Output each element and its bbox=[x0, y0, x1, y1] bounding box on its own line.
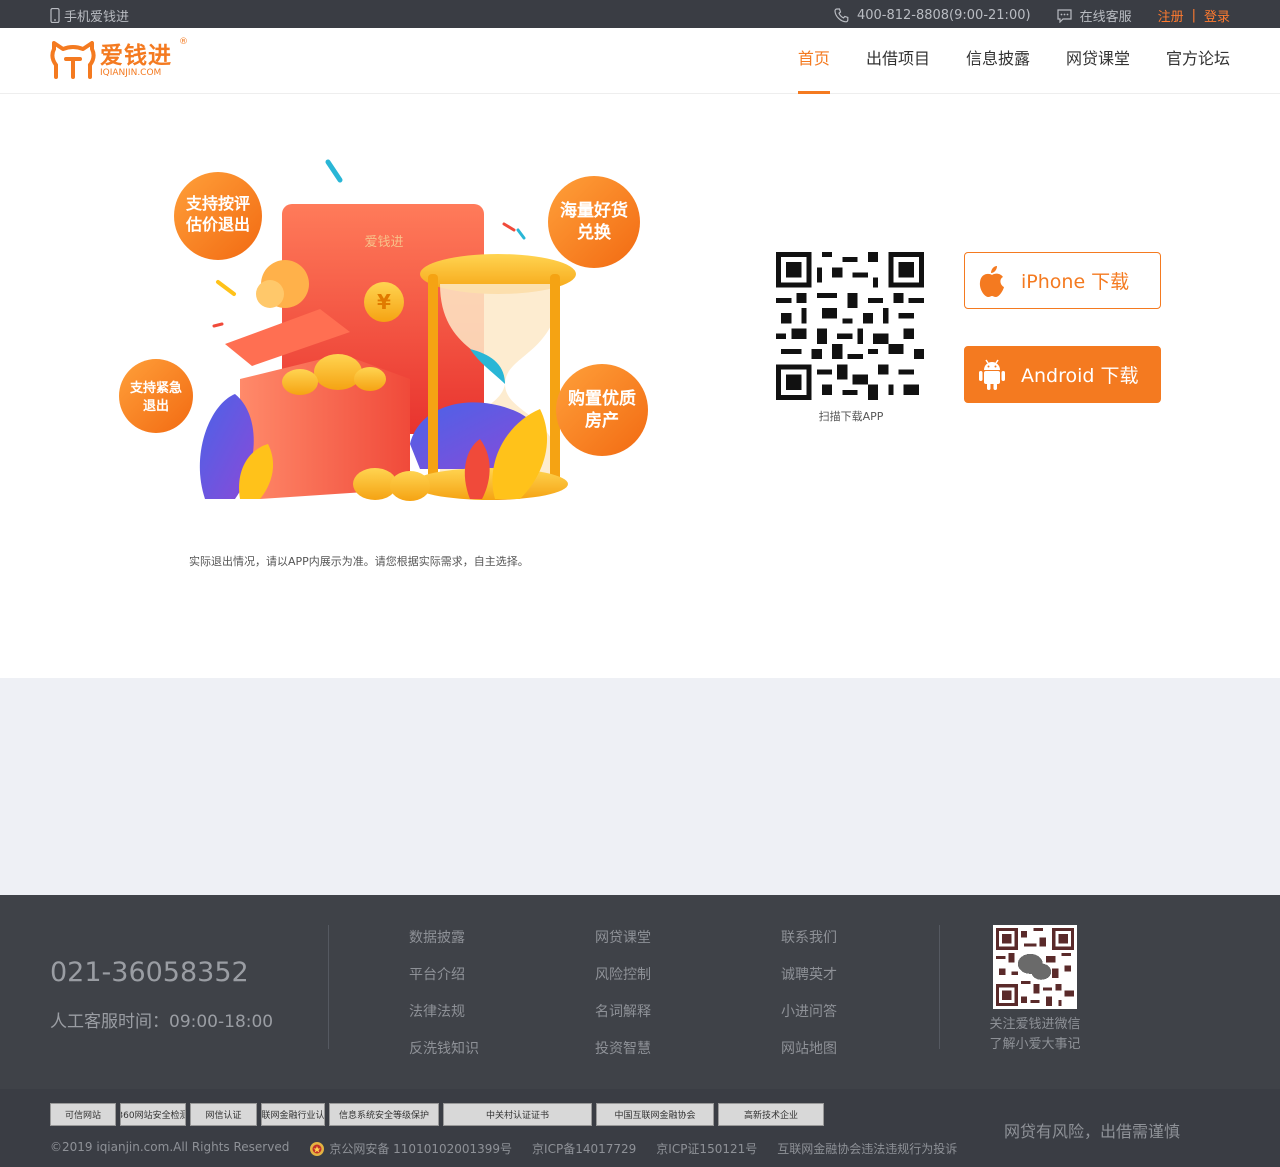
footer-link-careers[interactable]: 诚聘英才 bbox=[781, 964, 837, 984]
bubble-goods-exchange: 海量好货 兑换 bbox=[548, 176, 640, 268]
badge-zhongguancun[interactable]: 中关村认证证书 bbox=[443, 1103, 592, 1126]
footer-link-anti-money-laundering[interactable]: 反洗钱知识 bbox=[409, 1038, 479, 1058]
nav-item-classroom[interactable]: 网贷课堂 bbox=[1066, 28, 1130, 94]
svg-text:支持按评: 支持按评 bbox=[185, 194, 250, 213]
wechat-caption-line1: 关注爱钱进微信 bbox=[989, 1017, 1081, 1032]
certification-badges: 可信网站 360网站安全检测 网信认证 互联网金融行业认证 信息系统安全等级保护… bbox=[50, 1103, 824, 1126]
footer-link-sitemap[interactable]: 网站地图 bbox=[781, 1038, 837, 1058]
phone-icon bbox=[834, 8, 849, 23]
exit-disclaimer: 实际退出情况，请以APP内展示为准。请您根据实际需求，自主选择。 bbox=[189, 555, 529, 568]
register-link[interactable]: 注册 bbox=[1158, 6, 1184, 25]
registered-mark: ® bbox=[179, 37, 188, 47]
footer-links-col1: 数据披露 平台介绍 法律法规 反洗钱知识 bbox=[409, 927, 479, 1058]
mobile-app-label: 手机爱钱进 bbox=[64, 10, 130, 25]
footer-link-contact[interactable]: 联系我们 bbox=[781, 927, 837, 947]
icp-record[interactable]: 京ICP备14017729 bbox=[532, 1140, 636, 1157]
mobile-icon bbox=[50, 8, 60, 23]
badge-trusted-site[interactable]: 可信网站 bbox=[50, 1103, 116, 1126]
badge-nifa[interactable]: 中国互联网金融协会 bbox=[596, 1103, 714, 1126]
confetti-mark bbox=[325, 159, 343, 183]
promo-illustration: 爱钱进 ¥ 支持按评 估价退出 海量好货 兑换 支持紧急 退出 购置优质 房产 bbox=[119, 159, 648, 501]
qr-code-icon bbox=[996, 928, 1074, 1006]
footer-link-faq[interactable]: 小进问答 bbox=[781, 1001, 837, 1021]
footer-link-investment-wisdom[interactable]: 投资智慧 bbox=[595, 1038, 651, 1058]
badge-360-security[interactable]: 360网站安全检测 bbox=[120, 1103, 186, 1126]
nav-item-forum[interactable]: 官方论坛 bbox=[1166, 28, 1230, 94]
footer-link-data-disclosure[interactable]: 数据披露 bbox=[409, 927, 479, 947]
bubble-emergency-exit: 支持紧急 退出 bbox=[119, 359, 193, 433]
logo[interactable]: 爱钱进 IQIANJIN.COM ® bbox=[50, 37, 190, 83]
bottom-bar: 可信网站 360网站安全检测 网信认证 互联网金融行业认证 信息系统安全等级保护… bbox=[0, 1089, 1280, 1167]
svg-text:估价退出: 估价退出 bbox=[185, 215, 250, 234]
yuan-symbol: ¥ bbox=[377, 290, 391, 314]
copyright: ©2019 iqianjin.com.All Rights Reserved bbox=[50, 1140, 290, 1154]
badge-internet-finance[interactable]: 互联网金融行业认证 bbox=[261, 1103, 325, 1126]
footer-link-classroom[interactable]: 网贷课堂 bbox=[595, 927, 651, 947]
top-bar: 手机爱钱进 400-812-8808(9:00-21:00) 在线客服 注册 |… bbox=[0, 0, 1280, 28]
nav-item-projects[interactable]: 出借项目 bbox=[866, 28, 930, 94]
footer-divider bbox=[939, 925, 940, 1049]
svg-text:退出: 退出 bbox=[143, 398, 169, 414]
apple-icon bbox=[979, 265, 1004, 297]
risk-warning: 网贷有风险，出借需谨慎 bbox=[1003, 1122, 1180, 1141]
content-band bbox=[0, 678, 1280, 895]
cat-logo-icon bbox=[50, 41, 96, 79]
link-separator: | bbox=[1191, 8, 1196, 23]
app-qr-block: 扫描下载APP bbox=[776, 252, 926, 424]
svg-text:房产: 房产 bbox=[585, 410, 619, 431]
footer-link-platform-intro[interactable]: 平台介绍 bbox=[409, 964, 479, 984]
footer-link-risk-control[interactable]: 风险控制 bbox=[595, 964, 651, 984]
mobile-app-link[interactable]: 手机爱钱进 bbox=[50, 6, 129, 25]
bubble-appraisal-exit: 支持按评 估价退出 bbox=[174, 172, 262, 260]
chat-icon bbox=[1056, 8, 1072, 23]
iphone-download-button[interactable]: iPhone 下载 bbox=[964, 252, 1161, 309]
logo-en-text: IQIANJIN.COM bbox=[100, 68, 162, 78]
police-record-link[interactable]: 京公网安备 11010102001399号 bbox=[309, 1140, 512, 1157]
logo-cn-text: 爱钱进 bbox=[100, 43, 172, 69]
iphone-download-label: iPhone 下载 bbox=[1021, 271, 1130, 293]
badge-security-level[interactable]: 信息系统安全等级保护 bbox=[329, 1103, 439, 1126]
hourglass-base bbox=[412, 468, 568, 500]
main-content: 爱钱进 ¥ 支持按评 估价退出 海量好货 兑换 支持紧急 退出 购置优质 房产 … bbox=[0, 94, 1280, 678]
footer-links-col2: 网贷课堂 风险控制 名词解释 投资智慧 bbox=[595, 927, 651, 1058]
police-badge-icon bbox=[310, 1141, 325, 1156]
footer-service-hours: 人工客服时间：09:00-18:00 bbox=[50, 1012, 274, 1032]
main-nav: 首页 出借项目 信息披露 网贷课堂 官方论坛 bbox=[762, 28, 1230, 94]
qr-caption: 扫描下载APP bbox=[818, 410, 884, 423]
footer: 021-36058352 人工客服时间：09:00-18:00 数据披露 平台介… bbox=[0, 895, 1280, 1089]
service-phone: 400-812-8808(9:00-21:00) bbox=[856, 8, 1031, 23]
report-link[interactable]: 互联网金融协会违法违规行为投诉 bbox=[777, 1140, 957, 1157]
svg-text:购置优质: 购置优质 bbox=[568, 388, 636, 409]
footer-link-glossary[interactable]: 名词解释 bbox=[595, 1001, 651, 1021]
svg-text:兑换: 兑换 bbox=[577, 222, 612, 243]
police-record-text: 京公网安备 11010102001399号 bbox=[329, 1142, 513, 1156]
online-service-link[interactable]: 在线客服 bbox=[1080, 6, 1132, 25]
android-download-button[interactable]: Android 下载 bbox=[964, 346, 1161, 403]
header: 爱钱进 IQIANJIN.COM ® 首页 出借项目 信息披露 网贷课堂 官方论… bbox=[0, 28, 1280, 94]
bubble-property-purchase: 购置优质 房产 bbox=[556, 364, 648, 456]
badge-high-tech[interactable]: 高新技术企业 bbox=[718, 1103, 824, 1126]
footer-divider bbox=[328, 925, 329, 1049]
footer-phone: 021-36058352 bbox=[50, 957, 249, 988]
svg-text:支持紧急: 支持紧急 bbox=[129, 380, 182, 396]
footer-link-laws[interactable]: 法律法规 bbox=[409, 1001, 479, 1021]
envelope-brand: 爱钱进 bbox=[364, 235, 403, 250]
legal-line: ©2019 iqianjin.com.All Rights Reserved 京… bbox=[50, 1140, 957, 1157]
login-link[interactable]: 登录 bbox=[1204, 6, 1230, 25]
android-download-label: Android 下载 bbox=[1021, 365, 1139, 387]
wechat-caption: 关注爱钱进微信 了解小爱大事记 bbox=[970, 1015, 1100, 1055]
wechat-qr-code bbox=[993, 925, 1077, 1009]
svg-text:海量好货: 海量好货 bbox=[560, 200, 628, 221]
footer-links-col3: 联系我们 诚聘英才 小进问答 网站地图 bbox=[781, 927, 837, 1058]
qr-code-icon bbox=[776, 252, 924, 400]
nav-item-disclosure[interactable]: 信息披露 bbox=[966, 28, 1030, 94]
wechat-caption-line2: 了解小爱大事记 bbox=[989, 1037, 1081, 1052]
android-icon bbox=[979, 359, 1005, 390]
nav-item-home[interactable]: 首页 bbox=[797, 28, 830, 94]
icp-license[interactable]: 京ICP证150121号 bbox=[656, 1140, 757, 1157]
badge-wangxin[interactable]: 网信认证 bbox=[190, 1103, 257, 1126]
